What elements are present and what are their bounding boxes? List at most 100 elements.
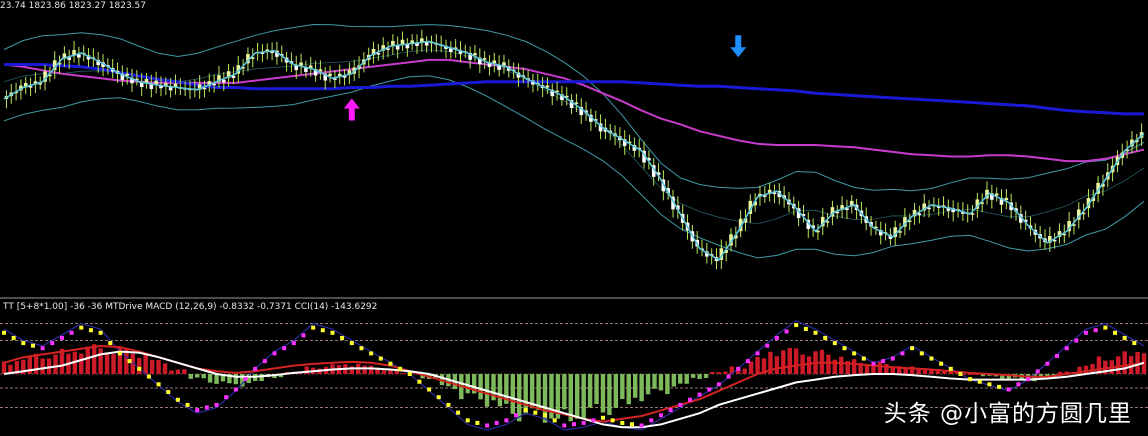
oscillator-dot bbox=[146, 374, 151, 379]
histogram-bar bbox=[214, 374, 219, 384]
histogram-bar bbox=[864, 364, 870, 374]
oscillator-dot bbox=[320, 328, 325, 333]
oscillator-dot bbox=[842, 346, 847, 351]
histogram-bar bbox=[85, 346, 90, 374]
oscillator-dot bbox=[88, 328, 93, 333]
histogram-bar bbox=[839, 356, 844, 374]
oscillator-dot bbox=[272, 351, 277, 356]
oscillator-dot bbox=[533, 410, 538, 415]
oscillator-dot bbox=[939, 361, 944, 366]
oscillator-dot bbox=[620, 420, 625, 425]
oscillator-dot bbox=[649, 418, 654, 423]
oscillator-dot bbox=[330, 330, 335, 335]
oscillator-dot bbox=[929, 356, 934, 361]
oscillator-dot bbox=[446, 402, 451, 407]
histogram-bar bbox=[787, 347, 792, 374]
histogram-bar bbox=[620, 374, 625, 400]
histogram-bar bbox=[742, 368, 747, 374]
oscillator-dot bbox=[591, 418, 596, 423]
oscillator-dot bbox=[562, 423, 567, 428]
oscillator-dot bbox=[436, 395, 441, 400]
oscillator-dot bbox=[475, 420, 480, 425]
oscillator-dot bbox=[832, 341, 837, 346]
oscillator-dot bbox=[823, 335, 828, 340]
fast-line bbox=[3, 40, 1145, 262]
oscillator-dot bbox=[784, 329, 789, 334]
histogram-bar bbox=[793, 348, 799, 374]
oscillator-dot bbox=[427, 387, 432, 392]
histogram-bar bbox=[748, 361, 754, 374]
histogram-bar bbox=[884, 363, 889, 374]
oscillator-dot bbox=[697, 392, 702, 397]
histogram-bar bbox=[587, 374, 593, 408]
histogram-bar bbox=[40, 358, 45, 374]
histogram-bar bbox=[162, 363, 168, 374]
oscillator-dot bbox=[774, 335, 779, 340]
histogram-bar bbox=[137, 358, 142, 374]
oscillator-dot bbox=[301, 333, 306, 338]
oscillator-dot bbox=[716, 382, 721, 387]
oscillator-dot bbox=[98, 330, 103, 335]
oscillator-dot bbox=[137, 366, 142, 371]
oscillator-dot bbox=[1035, 369, 1040, 374]
oscillator-dot bbox=[977, 379, 982, 384]
oscillator-dot bbox=[871, 361, 876, 366]
oscillator-dot bbox=[687, 397, 692, 402]
histogram-bar bbox=[182, 369, 187, 374]
histogram-bar bbox=[967, 374, 973, 375]
histogram-bar bbox=[697, 374, 702, 380]
histogram-bar bbox=[942, 371, 947, 374]
oscillator-dot bbox=[1055, 353, 1060, 358]
oscillator-dot bbox=[639, 423, 644, 428]
oscillator-dot bbox=[668, 408, 673, 413]
oscillator-dot bbox=[349, 341, 354, 346]
oscillator-dot bbox=[852, 351, 857, 356]
histogram-bar bbox=[259, 374, 264, 382]
oscillator-dot bbox=[794, 323, 799, 328]
oscillator-dot bbox=[1132, 341, 1137, 346]
histogram-bar bbox=[723, 371, 728, 374]
histogram-bar bbox=[53, 354, 58, 374]
oscillator-dot bbox=[291, 341, 296, 346]
oscillator-dot bbox=[156, 382, 161, 387]
oscillator-dot bbox=[543, 413, 548, 418]
histogram-bar bbox=[33, 353, 39, 374]
oscillator-dot bbox=[1093, 328, 1098, 333]
oscillator-dot bbox=[243, 377, 248, 382]
oscillator-dot bbox=[572, 422, 576, 427]
oscillator-dot bbox=[388, 361, 393, 366]
oscillator-dot bbox=[311, 325, 316, 330]
histogram-bar bbox=[922, 369, 928, 374]
oscillator-dot bbox=[755, 351, 760, 356]
oscillator-dot bbox=[736, 366, 741, 371]
oscillator-dot bbox=[282, 346, 287, 351]
trading-chart bbox=[0, 23, 1148, 431]
histogram-bar bbox=[581, 374, 586, 419]
oscillator-dot bbox=[948, 366, 953, 371]
histogram-bar bbox=[690, 374, 696, 378]
oscillator-dot bbox=[1122, 335, 1127, 340]
histogram-bar bbox=[755, 356, 760, 374]
oscillator-dot bbox=[1016, 382, 1021, 387]
oscillator-dot bbox=[523, 408, 528, 413]
oscillator-dot bbox=[69, 330, 74, 335]
oscillator-dot bbox=[108, 341, 113, 346]
histogram-bar bbox=[195, 374, 200, 378]
histogram-bar bbox=[658, 374, 664, 391]
oscillator-dot bbox=[678, 402, 683, 407]
oscillator-dot bbox=[765, 343, 770, 348]
oscillator-dot bbox=[745, 359, 750, 364]
oscillator-dot bbox=[185, 402, 190, 407]
oscillator-dot bbox=[456, 410, 461, 415]
histogram-bar bbox=[207, 374, 213, 383]
oscillator-dot bbox=[378, 356, 383, 361]
histogram-bar bbox=[143, 352, 148, 374]
oscillator-dot bbox=[417, 379, 422, 384]
oscillator-dot bbox=[958, 372, 963, 376]
oscillator-dot bbox=[968, 377, 973, 382]
histogram-bar bbox=[1, 361, 7, 374]
oscillator-dot bbox=[233, 387, 238, 392]
histogram-bar bbox=[1122, 351, 1127, 374]
oscillator-dot bbox=[369, 351, 374, 356]
histogram-bar bbox=[233, 374, 239, 385]
